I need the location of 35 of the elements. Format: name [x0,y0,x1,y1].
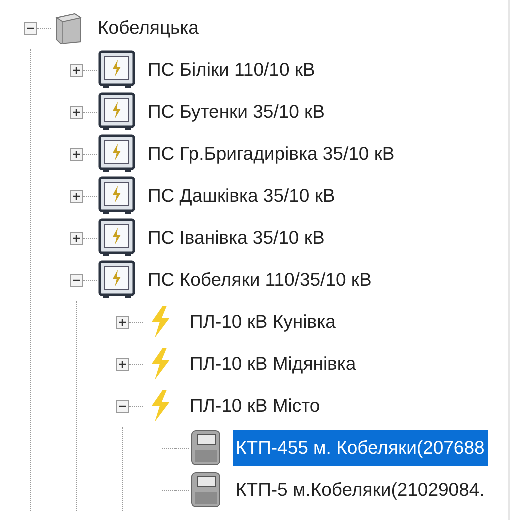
cabinet-icon [97,260,137,300]
tree-item[interactable]: ПС Гр.Бригадирівка 35/10 кВ [145,136,398,172]
tree-item[interactable]: КТП-5 м.Кобеляки(21029084. [233,472,488,508]
tree-item[interactable]: ПЛ-10 кВ Кунівка [187,304,339,340]
cabinet-icon [97,218,137,258]
expand-toggle[interactable] [70,64,83,76]
tree-item[interactable]: Кобеляцька [95,10,202,46]
collapse-toggle[interactable] [116,400,129,412]
plus-icon [72,192,81,200]
expand-toggle[interactable] [70,148,83,160]
tree-item[interactable]: ПС Бутенки 35/10 кВ [145,94,328,130]
tree-item[interactable]: ПС Біліки 110/10 кВ [145,52,318,88]
cabinet-icon [97,176,137,216]
expand-toggle[interactable] [116,358,129,370]
tree-item[interactable]: КТП-455 м. Кобеляки(207688 [233,430,488,466]
cabinet-icon [97,92,137,132]
cabinet-icon [97,50,137,90]
plus-icon [118,318,127,326]
plus-icon [118,360,127,368]
expand-toggle[interactable] [70,106,83,118]
plus-icon [72,234,81,242]
plus-icon [72,150,81,158]
plus-icon [72,66,81,74]
expand-toggle[interactable] [116,316,129,328]
expand-toggle[interactable] [70,232,83,244]
tree-item[interactable]: ПС Кобеляки 110/35/10 кВ [145,262,375,298]
collapse-toggle[interactable] [24,22,37,34]
tree-item[interactable]: ПС Дашківка 35/10 кВ [145,178,338,214]
tree-item[interactable]: ПЛ-10 кВ Місто [187,388,324,424]
plus-icon [72,108,81,116]
collapse-toggle[interactable] [70,274,83,286]
expand-toggle[interactable] [70,190,83,202]
tree-item[interactable]: ПС Іванівка 35/10 кВ [145,220,328,256]
cabinet-icon [97,134,137,174]
tree-item[interactable]: ПЛ-10 кВ Мідянівка [187,346,360,382]
